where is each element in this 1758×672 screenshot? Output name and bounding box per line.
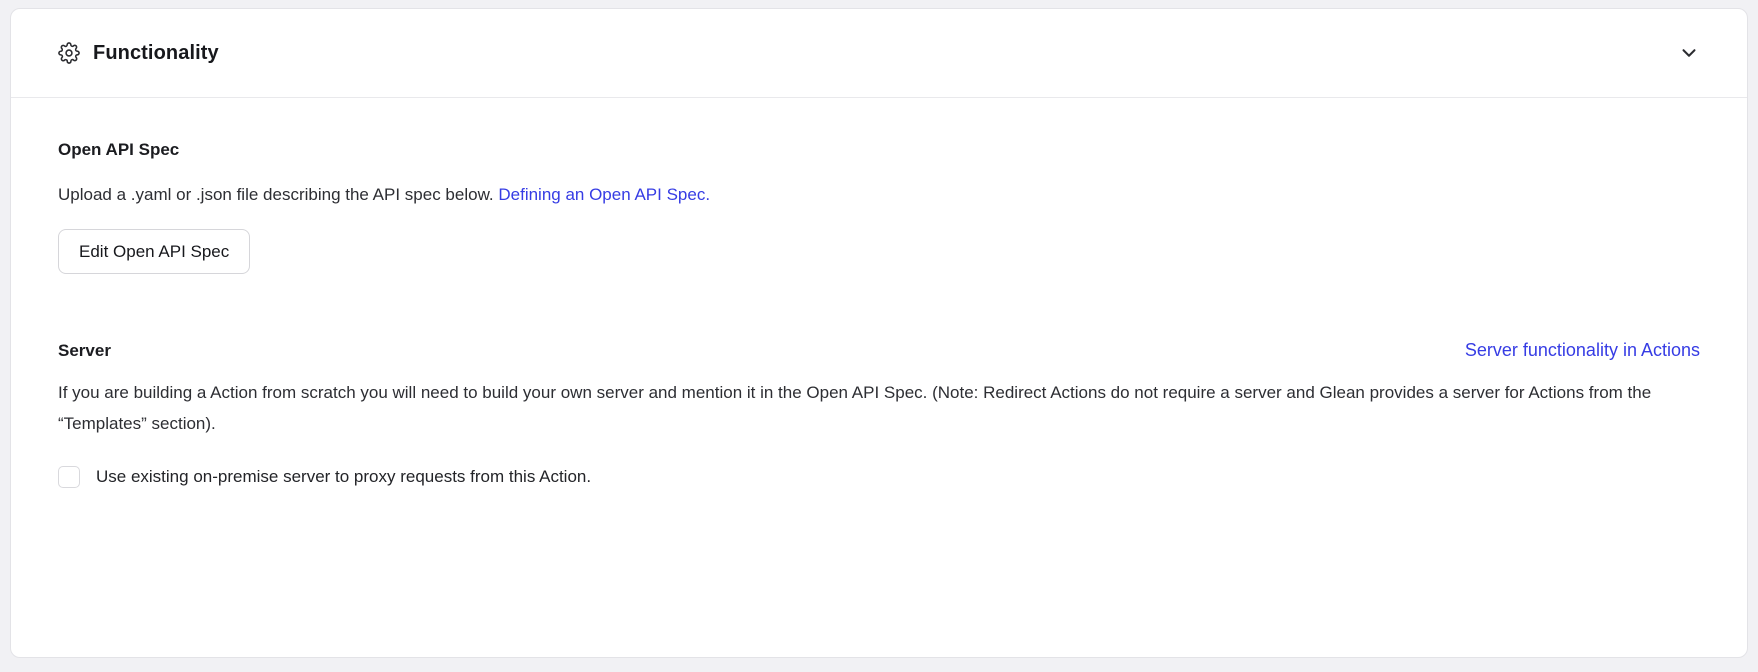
server-label: Server (58, 340, 111, 362)
gear-icon (58, 42, 80, 64)
open-api-spec-label: Open API Spec (58, 139, 1700, 161)
card-title: Functionality (93, 42, 219, 65)
open-api-spec-description-text: Upload a .yaml or .json file describing … (58, 185, 498, 204)
functionality-card: Functionality Open API Spec Upload a .ya… (10, 8, 1748, 658)
server-section-header: Server Server functionality in Actions (58, 340, 1700, 362)
edit-open-api-spec-button[interactable]: Edit Open API Spec (58, 229, 250, 274)
defining-open-api-spec-link[interactable]: Defining an Open API Spec. (498, 185, 710, 204)
card-body: Open API Spec Upload a .yaml or .json fi… (11, 98, 1747, 488)
server-description: If you are building a Action from scratc… (58, 377, 1700, 439)
open-api-spec-description: Upload a .yaml or .json file describing … (58, 182, 1700, 208)
server-functionality-link[interactable]: Server functionality in Actions (1465, 340, 1700, 361)
on-premise-server-checkbox-label: Use existing on-premise server to proxy … (96, 467, 591, 487)
on-premise-server-checkbox[interactable] (58, 466, 80, 488)
on-premise-server-checkbox-row: Use existing on-premise server to proxy … (58, 466, 1700, 488)
card-header: Functionality (11, 9, 1747, 98)
chevron-down-icon[interactable] (1678, 42, 1700, 64)
card-header-left: Functionality (58, 42, 219, 65)
